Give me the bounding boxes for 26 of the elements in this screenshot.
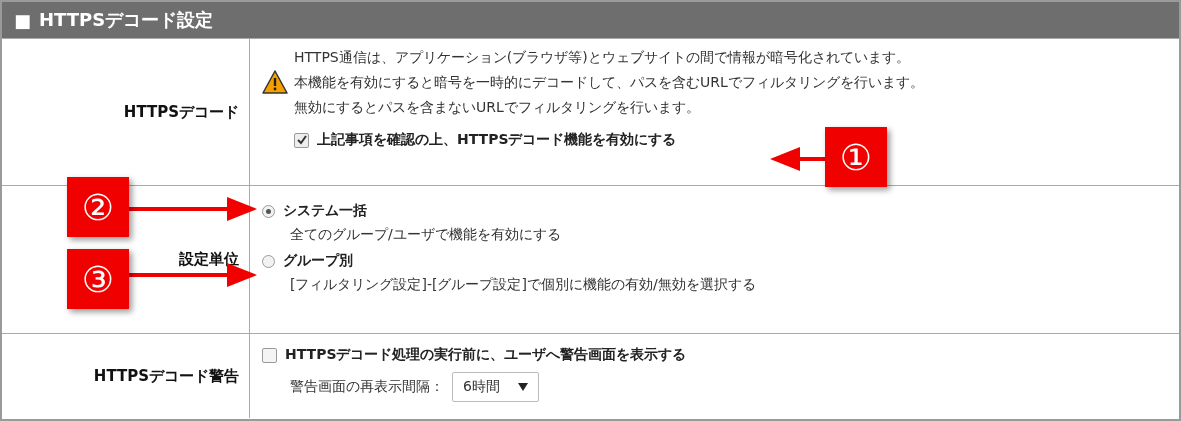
- callout-number: ③: [67, 249, 129, 309]
- option-description: [フィルタリング設定]-[グループ設定]で個別に機能の有効/無効を選択する: [289, 276, 757, 294]
- warning-icon: [262, 70, 288, 94]
- checkbox-label: HTTPSデコード処理の実行前に、ユーザへ警告画面を表示する: [285, 346, 687, 364]
- setting-label: HTTPSデコード警告: [93, 366, 239, 386]
- description-text: HTTPS通信は、アプリケーション(ブラウザ等)とウェブサイトの間で情報が暗号化されています。: [294, 48, 911, 67]
- interval-select[interactable]: 6時間: [452, 372, 539, 402]
- section-title: HTTPSデコード設定: [39, 8, 214, 32]
- bullet-icon: ■: [14, 9, 31, 31]
- description-text: 無効にするとパスを含まないURLでフィルタリングを行います。: [294, 98, 701, 117]
- checkbox[interactable]: [262, 347, 277, 363]
- description-text: 本機能を有効にすると暗号を一時的にデコードして、パスを含むURLでフィルタリングを行います。: [294, 73, 924, 92]
- radio-label: グループ別: [283, 252, 353, 270]
- setting-label: HTTPSデコード: [123, 102, 239, 122]
- radio-button[interactable]: [262, 204, 275, 218]
- option-description: 全てのグループ/ユーザで機能を有効にする: [289, 226, 562, 244]
- checkbox-label: 上記事項を確認の上、HTTPSデコード機能を有効にする: [317, 131, 677, 149]
- caret-icon: [517, 383, 528, 391]
- callout-number: ①: [825, 127, 887, 187]
- callout-arrow: [770, 147, 827, 171]
- setting-label: 設定単位: [179, 250, 239, 269]
- radio-button[interactable]: [262, 254, 275, 268]
- checkbox[interactable]: [294, 132, 309, 148]
- callout-number: ②: [67, 177, 129, 237]
- interval-label: 警告画面の再表示間隔：: [290, 378, 444, 396]
- radio-label: システム一括: [283, 202, 367, 220]
